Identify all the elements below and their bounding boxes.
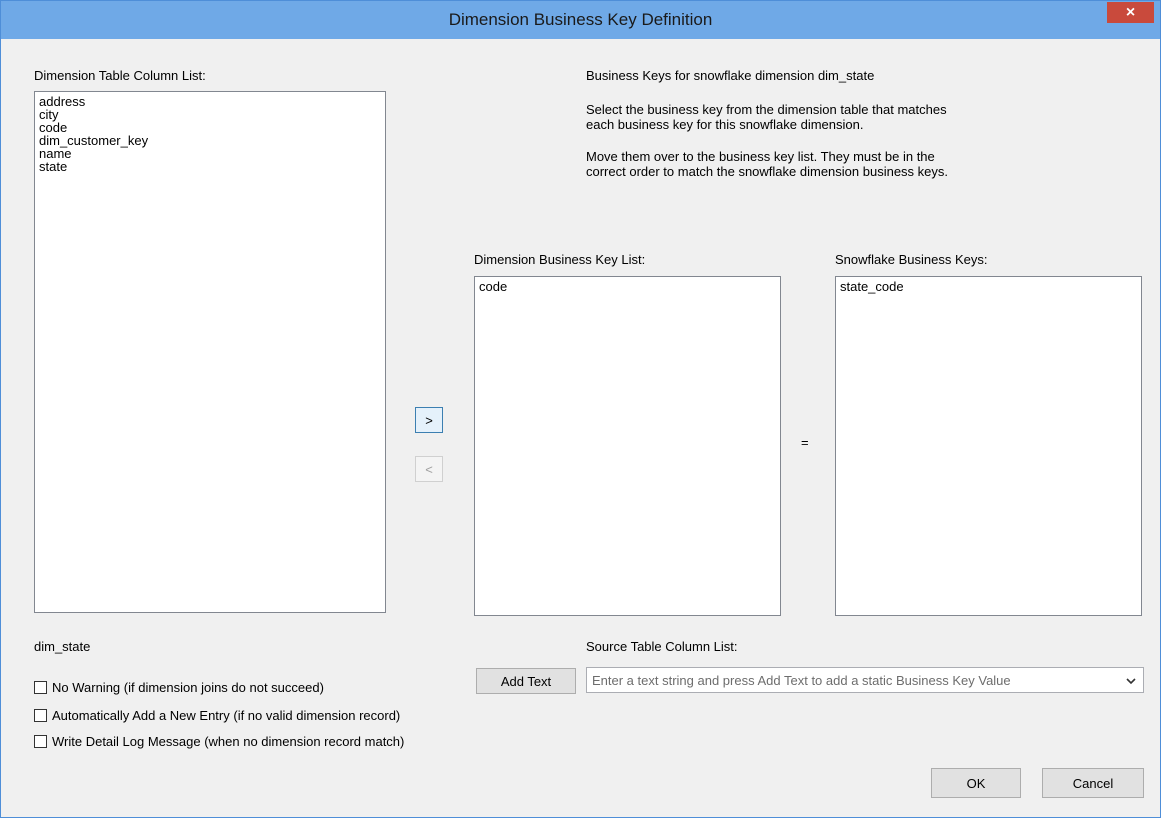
info-text-line: each business key for this snowflake dim… <box>586 117 864 132</box>
ok-button[interactable]: OK <box>931 768 1021 798</box>
dimension-business-key-list[interactable]: code <box>474 276 781 616</box>
add-text-button[interactable]: Add Text <box>476 668 576 694</box>
info-heading: Business Keys for snowflake dimension di… <box>586 68 875 83</box>
close-icon: × <box>1125 3 1136 21</box>
equals-sign: = <box>801 435 809 450</box>
dimension-column-list[interactable]: address city code dim_customer_key name … <box>34 91 386 613</box>
dimension-column-list-label: Dimension Table Column List: <box>34 68 206 83</box>
snowflake-business-keys-list[interactable]: state_code <box>835 276 1142 616</box>
list-item[interactable]: state <box>39 160 385 173</box>
dimension-business-key-list-label: Dimension Business Key List: <box>474 252 646 267</box>
no-warning-option[interactable]: No Warning (if dimension joins do not su… <box>34 680 324 695</box>
dialog-title: Dimension Business Key Definition <box>448 10 713 29</box>
info-text-line: correct order to match the snowflake dim… <box>586 164 949 179</box>
info-text-line: Select the business key from the dimensi… <box>586 102 947 117</box>
snowflake-business-keys-label: Snowflake Business Keys: <box>835 252 988 267</box>
title-bar[interactable]: Dimension Business Key Definition × <box>1 1 1160 39</box>
list-item[interactable]: name <box>39 147 385 160</box>
no-warning-checkbox[interactable] <box>34 681 47 694</box>
detail-log-checkbox[interactable] <box>34 735 47 748</box>
auto-add-entry-option[interactable]: Automatically Add a New Entry (if no val… <box>34 708 400 723</box>
source-column-combobox[interactable]: Enter a text string and press Add Text t… <box>586 667 1144 693</box>
list-item[interactable]: address <box>39 95 385 108</box>
chevron-down-icon[interactable] <box>1125 675 1137 687</box>
checkbox-label: Automatically Add a New Entry (if no val… <box>52 708 401 723</box>
list-item[interactable]: dim_customer_key <box>39 134 385 147</box>
chevron-left-icon: < <box>425 461 433 477</box>
list-item[interactable]: city <box>39 108 385 121</box>
detail-log-option[interactable]: Write Detail Log Message (when no dimens… <box>34 734 404 749</box>
close-button[interactable]: × <box>1107 2 1154 23</box>
dialog-body: Dimension Table Column List: address cit… <box>10 39 1152 808</box>
list-item[interactable]: code <box>479 280 780 293</box>
list-item[interactable]: state_code <box>840 280 1141 293</box>
combobox-placeholder: Enter a text string and press Add Text t… <box>592 673 1011 688</box>
checkbox-label: Write Detail Log Message (when no dimens… <box>52 734 405 749</box>
source-table-column-list-label: Source Table Column List: <box>586 639 738 654</box>
dialog-window: Dimension Business Key Definition × Dime… <box>0 0 1161 818</box>
cancel-button[interactable]: Cancel <box>1042 768 1144 798</box>
info-text-line: Move them over to the business key list.… <box>586 149 935 164</box>
move-right-button[interactable]: > <box>415 407 443 433</box>
checkbox-label: No Warning (if dimension joins do not su… <box>52 680 324 695</box>
dimension-name-label: dim_state <box>34 639 91 654</box>
move-left-button[interactable]: < <box>415 456 443 482</box>
chevron-right-icon: > <box>425 412 433 428</box>
auto-add-entry-checkbox[interactable] <box>34 709 47 722</box>
